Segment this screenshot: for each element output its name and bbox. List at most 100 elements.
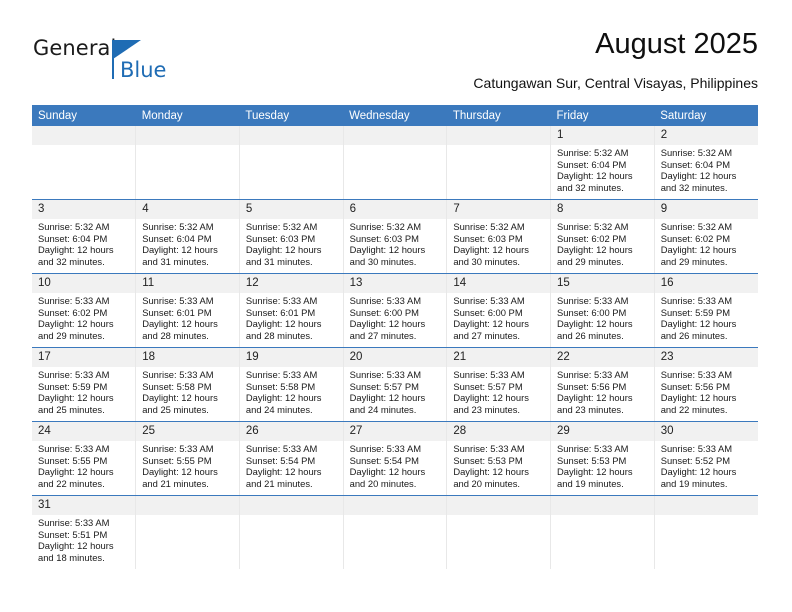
day-number: 16 bbox=[654, 274, 758, 293]
day-cell[interactable]: 28 Sunrise: 5:33 AM Sunset: 5:53 PM Dayligh… bbox=[446, 421, 552, 496]
day-cell[interactable]: 20 Sunrise: 5:33 AM Sunset: 5:57 PM Dayligh… bbox=[343, 347, 448, 422]
daylight-text-line2: and 20 minutes. bbox=[349, 477, 417, 489]
day-cell[interactable]: 9 Sunrise: 5:32 AM Sunset: 6:02 PM Daylight… bbox=[654, 199, 758, 274]
daylight-text-line2: and 28 minutes. bbox=[142, 329, 209, 341]
day-cell[interactable]: 1 Sunrise: 5:32 AM Sunset: 6:04 PM Daylight… bbox=[550, 126, 655, 200]
day-cell[interactable]: 31 Sunrise: 5:33 AM Sunset: 5:51 PM Dayligh… bbox=[32, 495, 137, 569]
weekday-tuesday: Tuesday bbox=[239, 105, 344, 126]
day-cell[interactable]: 13 Sunrise: 5:33 AM Sunset: 6:00 PM Dayligh… bbox=[343, 273, 448, 348]
day-cell[interactable]: 4 Sunrise: 5:32 AM Sunset: 6:04 PM Daylight… bbox=[135, 199, 240, 274]
day-cell[interactable] bbox=[654, 495, 758, 569]
day-cell[interactable]: 3 Sunrise: 5:32 AM Sunset: 6:04 PM Daylight… bbox=[32, 199, 137, 274]
day-number bbox=[136, 126, 239, 145]
sunrise-text: Sunrise: 5:33 AM bbox=[245, 369, 318, 380]
day-cell[interactable]: 24 Sunrise: 5:33 AM Sunset: 5:55 PM Dayligh… bbox=[32, 421, 137, 496]
day-number bbox=[239, 496, 343, 515]
day-number: 20 bbox=[343, 348, 447, 367]
sunrise-text: Sunrise: 5:32 AM bbox=[660, 147, 733, 158]
day-cell[interactable]: 19 Sunrise: 5:33 AM Sunset: 5:58 PM Dayligh… bbox=[239, 347, 344, 422]
day-cell[interactable]: 7 Sunrise: 5:32 AM Sunset: 6:03 PM Daylight… bbox=[446, 199, 552, 274]
day-number: 18 bbox=[136, 348, 239, 367]
sunrise-text: Sunrise: 5:32 AM bbox=[349, 221, 422, 232]
daylight-text-line2: and 27 minutes. bbox=[453, 329, 521, 341]
day-cell[interactable] bbox=[446, 495, 552, 569]
day-cell[interactable]: 26 Sunrise: 5:33 AM Sunset: 5:54 PM Dayligh… bbox=[239, 421, 344, 496]
day-number: 19 bbox=[239, 348, 343, 367]
day-cell[interactable] bbox=[343, 495, 448, 569]
day-cell[interactable] bbox=[239, 495, 344, 569]
daylight-text-line1: Daylight: 12 hours bbox=[38, 318, 114, 330]
day-cell[interactable]: 15 Sunrise: 5:33 AM Sunset: 6:00 PM Dayligh… bbox=[550, 273, 655, 348]
daylight-text-line2: and 22 minutes. bbox=[660, 403, 728, 415]
day-cell[interactable]: 18 Sunrise: 5:33 AM Sunset: 5:58 PM Dayligh… bbox=[135, 347, 240, 422]
sunrise-text: Sunrise: 5:33 AM bbox=[38, 295, 110, 306]
daylight-text-line2: and 29 minutes. bbox=[660, 255, 728, 267]
sunset-text: Sunset: 5:58 PM bbox=[245, 380, 316, 392]
day-cell[interactable]: 14 Sunrise: 5:33 AM Sunset: 6:00 PM Dayligh… bbox=[446, 273, 552, 348]
day-cell[interactable]: 5 Sunrise: 5:32 AM Sunset: 6:03 PM Daylight… bbox=[239, 199, 344, 274]
daylight-text-line1: Daylight: 12 hours bbox=[38, 466, 114, 478]
day-number: 14 bbox=[447, 274, 551, 293]
daylight-text-line2: and 21 minutes. bbox=[142, 477, 209, 489]
sunrise-text: Sunrise: 5:32 AM bbox=[557, 147, 629, 158]
sunset-text: Sunset: 6:04 PM bbox=[142, 232, 212, 244]
weekday-sunday: Sunday bbox=[32, 105, 136, 126]
day-cell[interactable] bbox=[135, 126, 240, 200]
day-cell[interactable] bbox=[239, 126, 344, 200]
sunset-text: Sunset: 5:55 PM bbox=[38, 454, 108, 466]
daylight-text-line1: Daylight: 12 hours bbox=[245, 392, 322, 404]
sunrise-text: Sunrise: 5:33 AM bbox=[660, 443, 733, 454]
weekday-saturday: Saturday bbox=[654, 105, 758, 126]
day-cell[interactable] bbox=[343, 126, 448, 200]
calendar-grid: Sunday Monday Tuesday Wednesday Thursday… bbox=[32, 105, 758, 569]
day-cell[interactable]: 2 Sunrise: 5:32 AM Sunset: 6:04 PM Daylight… bbox=[654, 126, 758, 200]
calendar-table: Sunday Monday Tuesday Wednesday Thursday… bbox=[32, 105, 758, 569]
day-cell[interactable] bbox=[550, 495, 655, 569]
day-cell[interactable] bbox=[446, 126, 552, 200]
sunrise-text: Sunrise: 5:33 AM bbox=[660, 369, 733, 380]
daylight-text-line2: and 20 minutes. bbox=[453, 477, 521, 489]
daylight-text-line1: Daylight: 12 hours bbox=[349, 466, 426, 478]
day-cell[interactable]: 27 Sunrise: 5:33 AM Sunset: 5:54 PM Dayligh… bbox=[343, 421, 448, 496]
calendar-body: 1 Sunrise: 5:32 AM Sunset: 6:04 PM Daylight… bbox=[32, 126, 758, 569]
day-info: Sunrise: 5:32 AM Sunset: 6:04 PM Daylight:… bbox=[551, 145, 654, 193]
day-cell[interactable]: 10 Sunrise: 5:33 AM Sunset: 6:02 PM Dayligh… bbox=[32, 273, 137, 348]
daylight-text-line2: and 18 minutes. bbox=[38, 551, 105, 563]
day-cell[interactable]: 16 Sunrise: 5:33 AM Sunset: 5:59 PM Dayligh… bbox=[654, 273, 758, 348]
daylight-text-line1: Daylight: 12 hours bbox=[557, 466, 633, 478]
day-number: 29 bbox=[551, 422, 654, 441]
calendar-weekday-header: Sunday Monday Tuesday Wednesday Thursday… bbox=[32, 105, 758, 126]
page-title: August 2025 bbox=[595, 28, 758, 60]
day-number bbox=[551, 496, 654, 515]
day-info: Sunrise: 5:32 AM Sunset: 6:04 PM Daylight:… bbox=[136, 219, 239, 267]
day-cell[interactable]: 30 Sunrise: 5:33 AM Sunset: 5:52 PM Dayligh… bbox=[654, 421, 758, 496]
sunset-text: Sunset: 6:03 PM bbox=[245, 232, 316, 244]
day-cell[interactable]: 17 Sunrise: 5:33 AM Sunset: 5:59 PM Dayligh… bbox=[32, 347, 137, 422]
day-cell[interactable]: 25 Sunrise: 5:33 AM Sunset: 5:55 PM Dayligh… bbox=[135, 421, 240, 496]
daylight-text-line2: and 31 minutes. bbox=[142, 255, 209, 267]
daylight-text-line1: Daylight: 12 hours bbox=[245, 466, 322, 478]
day-cell[interactable] bbox=[32, 126, 137, 200]
day-cell[interactable]: 12 Sunrise: 5:33 AM Sunset: 6:01 PM Dayligh… bbox=[239, 273, 344, 348]
day-info: Sunrise: 5:33 AM Sunset: 5:54 PM Daylight:… bbox=[240, 441, 343, 489]
daylight-text-line2: and 29 minutes. bbox=[557, 255, 624, 267]
daylight-text-line1: Daylight: 12 hours bbox=[453, 244, 529, 256]
sunrise-text: Sunrise: 5:33 AM bbox=[38, 443, 110, 454]
day-cell[interactable]: 22 Sunrise: 5:33 AM Sunset: 5:56 PM Dayligh… bbox=[550, 347, 655, 422]
logo-text-general: General bbox=[33, 36, 117, 60]
daylight-text-line2: and 30 minutes. bbox=[453, 255, 521, 267]
day-cell[interactable] bbox=[135, 495, 240, 569]
daylight-text-line2: and 32 minutes. bbox=[557, 181, 624, 193]
day-info: Sunrise: 5:33 AM Sunset: 6:01 PM Daylight:… bbox=[240, 293, 343, 341]
day-cell[interactable]: 8 Sunrise: 5:32 AM Sunset: 6:02 PM Daylight… bbox=[550, 199, 655, 274]
sunrise-text: Sunrise: 5:32 AM bbox=[557, 221, 629, 232]
day-cell[interactable]: 11 Sunrise: 5:33 AM Sunset: 6:01 PM Dayligh… bbox=[135, 273, 240, 348]
weekday-row: Sunday Monday Tuesday Wednesday Thursday… bbox=[32, 105, 758, 126]
day-cell[interactable]: 29 Sunrise: 5:33 AM Sunset: 5:53 PM Dayligh… bbox=[550, 421, 655, 496]
day-cell[interactable]: 23 Sunrise: 5:33 AM Sunset: 5:56 PM Dayligh… bbox=[654, 347, 758, 422]
day-cell[interactable]: 21 Sunrise: 5:33 AM Sunset: 5:57 PM Dayligh… bbox=[446, 347, 552, 422]
general-blue-logo[interactable]: General Blue bbox=[33, 36, 213, 92]
day-cell[interactable]: 6 Sunrise: 5:32 AM Sunset: 6:03 PM Daylight… bbox=[343, 199, 448, 274]
daylight-text-line2: and 28 minutes. bbox=[245, 329, 313, 341]
sunrise-text: Sunrise: 5:33 AM bbox=[660, 295, 733, 306]
